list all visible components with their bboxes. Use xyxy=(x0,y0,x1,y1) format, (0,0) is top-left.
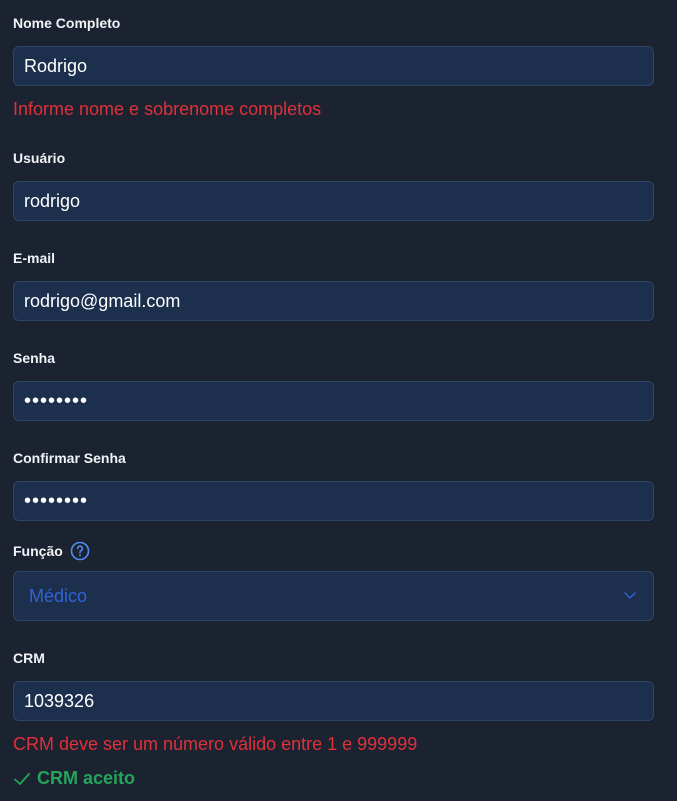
chevron-down-icon xyxy=(623,587,637,605)
full-name-label: Nome Completo xyxy=(13,15,121,31)
password-label: Senha xyxy=(13,350,56,366)
role-label-row: Função xyxy=(13,541,90,561)
username-label: Usuário xyxy=(13,150,66,166)
username-input[interactable] xyxy=(13,181,654,221)
question-circle-icon[interactable] xyxy=(70,541,90,561)
confirm-password-input[interactable] xyxy=(13,481,654,521)
full-name-error: Informe nome e sobrenome completos xyxy=(13,99,322,119)
crm-input[interactable] xyxy=(13,681,654,721)
email-label: E-mail xyxy=(13,250,56,266)
role-select[interactable]: Médico xyxy=(13,571,654,621)
crm-success-text: CRM aceito xyxy=(37,768,136,788)
crm-success: CRM aceito xyxy=(13,768,135,789)
confirm-password-label: Confirmar Senha xyxy=(13,450,126,466)
email-input[interactable] xyxy=(13,281,654,321)
role-select-value: Médico xyxy=(29,585,88,606)
password-input[interactable] xyxy=(13,381,654,421)
crm-label: CRM xyxy=(13,650,45,666)
check-icon xyxy=(13,770,31,788)
crm-error: CRM deve ser um número válido entre 1 e … xyxy=(13,734,418,754)
role-label: Função xyxy=(13,543,63,559)
full-name-input[interactable] xyxy=(13,46,654,86)
registration-form: Nome Completo Informe nome e sobrenome c… xyxy=(0,0,677,801)
